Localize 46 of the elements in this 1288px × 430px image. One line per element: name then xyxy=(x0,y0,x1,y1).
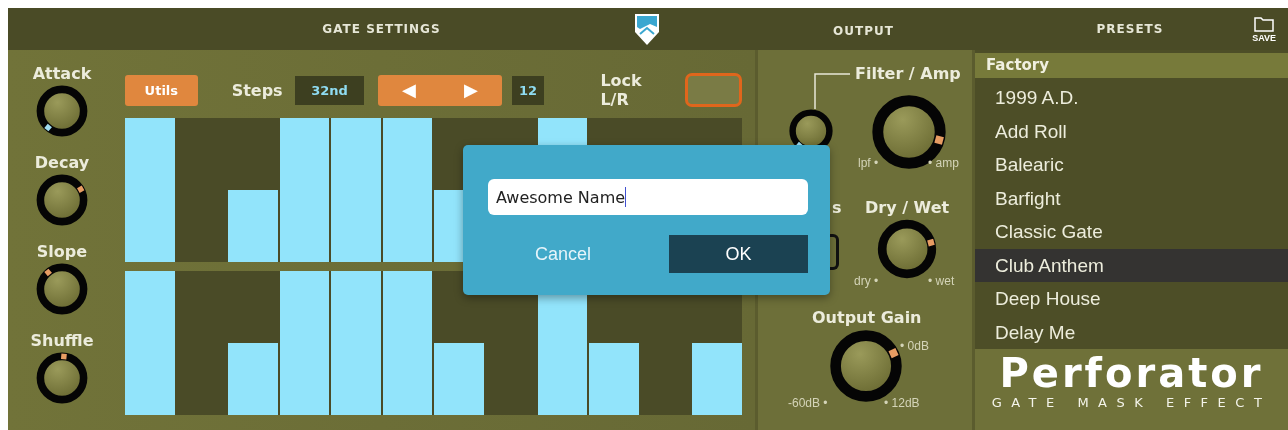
preset-item[interactable]: Deep House xyxy=(975,282,1288,316)
tab[interactable]: PRESETS xyxy=(1096,22,1164,36)
scale-label: dry • xyxy=(854,274,879,288)
knob-label: Shuffle xyxy=(30,331,94,351)
filter-label: Filter / Amp xyxy=(855,64,961,83)
scale-label: -60dB • xyxy=(788,396,828,410)
shield-logo-icon xyxy=(634,12,660,46)
step-bar[interactable] xyxy=(382,118,433,262)
scale-label: lpf • xyxy=(858,156,879,170)
preset-item[interactable]: Club Anthem xyxy=(975,248,1288,282)
step-bar[interactable] xyxy=(279,118,330,262)
name-field[interactable]: Awesome Name xyxy=(488,179,808,215)
scale-label: • wet xyxy=(928,274,955,288)
preset-item[interactable]: Add Roll xyxy=(975,114,1288,148)
preset-item[interactable]: Barfight xyxy=(975,181,1288,215)
scale-label: • 12dB xyxy=(884,396,920,410)
scale-label: • 0dB xyxy=(900,339,929,353)
mix-label: s xyxy=(832,198,842,217)
scale-label: • amp xyxy=(928,156,959,170)
preset-item[interactable]: Balearic xyxy=(975,148,1288,182)
ok-button[interactable]: OK xyxy=(669,235,808,273)
knob-label: Decay xyxy=(34,153,90,173)
lock-label: Lock L/R xyxy=(600,71,643,109)
preset-item[interactable]: 1999 A.D. xyxy=(975,81,1288,115)
step-bar[interactable] xyxy=(382,271,433,415)
knob[interactable] xyxy=(35,262,89,316)
preset-item[interactable]: Delay Me xyxy=(975,315,1288,349)
steps-label: Steps xyxy=(231,80,283,100)
gain-label: Output Gain xyxy=(812,308,922,327)
product-name: Perforator xyxy=(999,351,1264,395)
preset-item[interactable]: Classic Gate xyxy=(975,215,1288,249)
mix-label: Dry / Wet xyxy=(865,198,950,217)
knob[interactable] xyxy=(35,351,89,405)
tab[interactable]: OUTPUT xyxy=(833,23,894,38)
tab[interactable]: GATE SETTINGS xyxy=(322,22,441,36)
step-bar[interactable] xyxy=(279,271,330,415)
step-count: 12 xyxy=(511,75,545,105)
steps-selector[interactable]: 32nd xyxy=(294,75,365,105)
lock-toggle[interactable] xyxy=(685,73,742,107)
knob-label: Attack xyxy=(32,64,92,84)
preset-group-header: Factory xyxy=(975,53,1288,78)
product-tagline: GATE MASK EFFECT xyxy=(991,395,1272,411)
knob[interactable] xyxy=(35,173,89,227)
knob[interactable] xyxy=(35,84,89,138)
knob-label: Slope xyxy=(36,242,88,262)
save-button[interactable]: SAVE xyxy=(1252,15,1276,43)
